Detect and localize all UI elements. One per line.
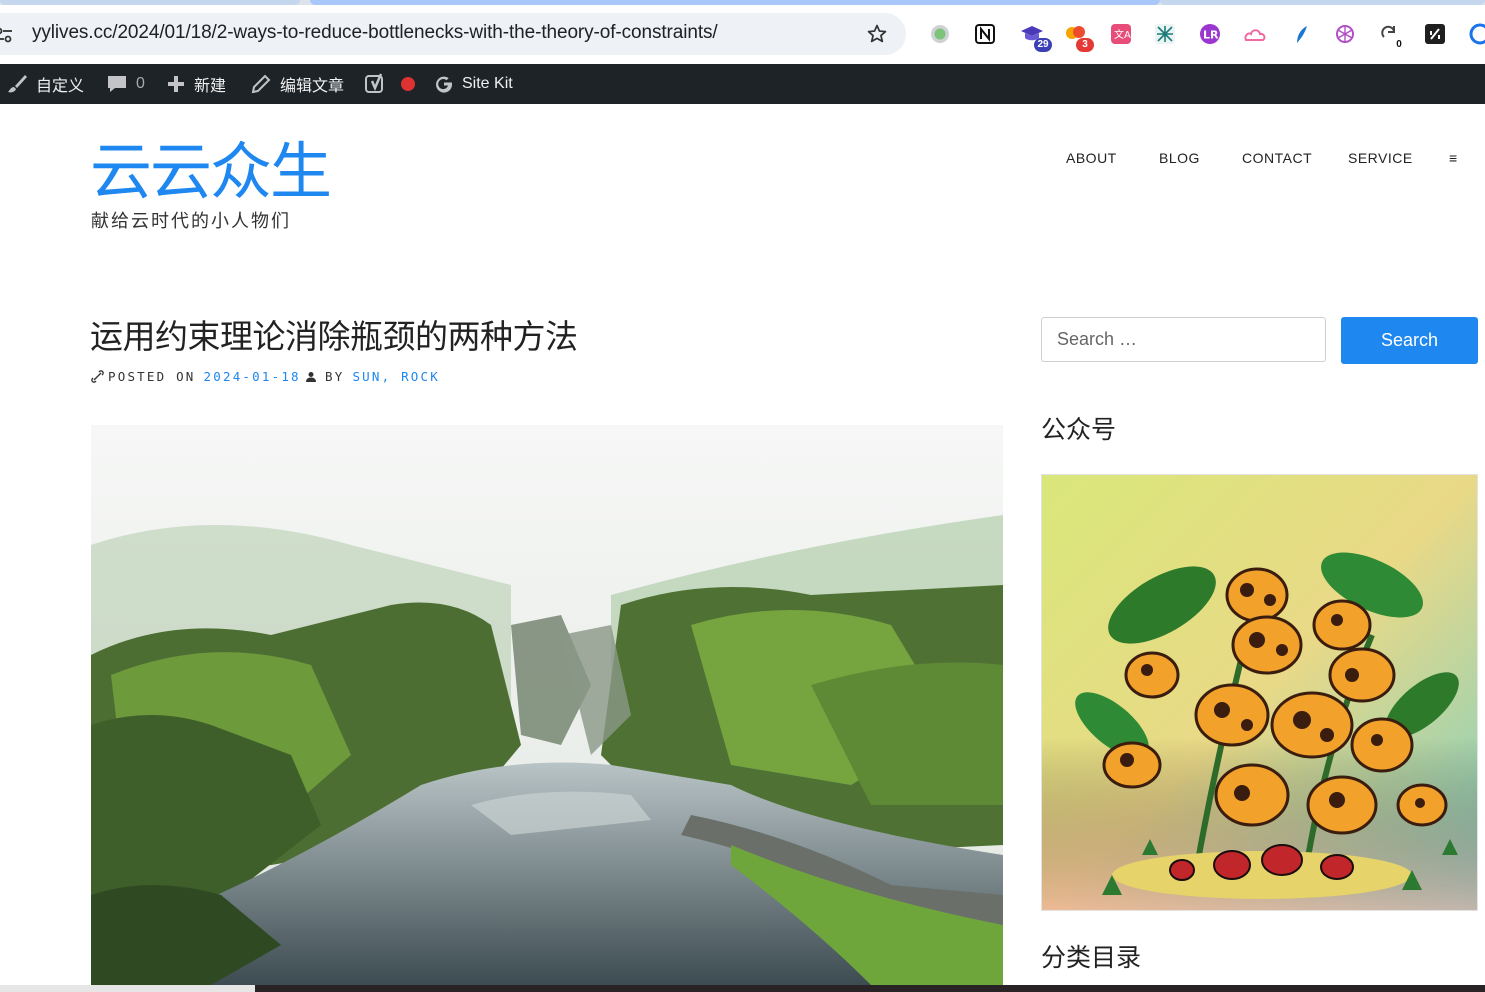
posted-on-label: POSTED ON xyxy=(108,369,196,384)
purple-logo-icon[interactable]: LR xyxy=(1198,22,1222,46)
svg-text:LR: LR xyxy=(1203,29,1219,42)
link-chain-icon xyxy=(91,370,104,383)
yoast-icon xyxy=(365,73,383,93)
ladybug-ants-illustration xyxy=(1042,475,1477,910)
admin-bar-edit-post[interactable]: 编辑文章 xyxy=(250,64,344,104)
network-icon[interactable] xyxy=(1153,22,1177,46)
seo-status-dot-icon xyxy=(401,77,415,91)
post-author-link[interactable]: SUN, ROCK xyxy=(352,369,440,384)
openai-icon[interactable] xyxy=(1333,22,1357,46)
search-input[interactable] xyxy=(1041,317,1326,362)
canyon-river-landscape xyxy=(91,425,1003,985)
by-label: BY xyxy=(325,369,345,384)
nav-link-blog[interactable]: BLOG xyxy=(1159,150,1200,166)
admin-bar-sitekit[interactable]: Site Kit xyxy=(434,64,513,104)
posted-on: POSTED ON 2024-01-18 xyxy=(91,369,301,384)
admin-bar-customize[interactable]: 自定义 xyxy=(6,64,84,104)
feather-icon[interactable] xyxy=(1288,22,1312,46)
dark-square-icon[interactable] xyxy=(1423,22,1447,46)
notion-icon[interactable] xyxy=(973,22,997,46)
comments-count: 0 xyxy=(136,75,145,92)
svg-text:文A: 文A xyxy=(1114,28,1131,41)
pink-cloud-icon[interactable] xyxy=(1243,22,1267,46)
admin-bar-yoast[interactable] xyxy=(364,64,416,104)
bookmark-star-icon[interactable] xyxy=(866,23,888,45)
post-title: 运用约束理论消除瓶颈的两种方法 xyxy=(90,317,578,356)
search-button[interactable]: Search xyxy=(1341,317,1478,364)
pencil-icon xyxy=(251,74,271,94)
browser-toolbar: yylives.cc/2024/01/18/2-ways-to-reduce-b… xyxy=(0,0,1485,64)
extension-badge: 3 xyxy=(1076,38,1094,52)
admin-bar-comments[interactable]: 0 xyxy=(106,64,145,104)
customize-label: 自定义 xyxy=(36,78,85,95)
plus-icon xyxy=(168,76,184,92)
redo-counter-icon[interactable]: 0 xyxy=(1378,22,1402,50)
graduation-cap-icon[interactable]: 29 xyxy=(1020,22,1052,52)
nav-link-about[interactable]: ABOUT xyxy=(1066,150,1117,166)
sitekit-label: Site Kit xyxy=(462,75,513,92)
main-navigation: ABOUT BLOG CONTACT SERVICE ≡ xyxy=(0,150,1485,172)
blue-swirl-icon[interactable] xyxy=(1468,22,1485,46)
tab-strip xyxy=(0,0,1485,5)
menu-toggle-icon[interactable]: ≡ xyxy=(1449,150,1458,166)
byline: BY SUN, ROCK xyxy=(305,369,440,384)
paintbrush-icon xyxy=(8,75,27,93)
translate-icon[interactable]: 文A xyxy=(1109,22,1133,46)
wechat-qr-image xyxy=(1041,474,1478,911)
post-date-link[interactable]: 2024-01-18 xyxy=(204,369,301,384)
site-info-icon[interactable] xyxy=(0,24,16,46)
extension-badge: 29 xyxy=(1034,38,1052,52)
author-user-icon xyxy=(306,371,316,382)
admin-bar-new[interactable]: 新建 xyxy=(166,64,226,104)
comment-bubble-icon xyxy=(108,76,126,92)
edit-post-label: 编辑文章 xyxy=(280,78,345,95)
extension-badge: 0 xyxy=(1396,39,1402,50)
widget-title-categories: 分类目录 xyxy=(1041,943,1142,972)
google-g-icon xyxy=(436,76,453,93)
featured-image xyxy=(91,425,1003,985)
site-tagline: 献给云时代的小人物们 xyxy=(91,211,291,232)
nav-link-service[interactable]: SERVICE xyxy=(1348,150,1413,166)
url-text[interactable]: yylives.cc/2024/01/18/2-ways-to-reduce-b… xyxy=(32,22,718,44)
wp-admin-bar: 自定义 0 新建 编辑文章 Site Kit xyxy=(0,64,1485,104)
new-label: 新建 xyxy=(194,78,227,95)
bottom-overlay-strip xyxy=(0,985,1485,992)
site-title[interactable]: 云云众生 xyxy=(90,136,332,208)
nav-link-contact[interactable]: CONTACT xyxy=(1242,150,1312,166)
cloud-note-icon[interactable]: 3 xyxy=(1064,22,1094,52)
circle-status-icon[interactable] xyxy=(928,22,952,46)
widget-title-wechat: 公众号 xyxy=(1041,415,1117,444)
